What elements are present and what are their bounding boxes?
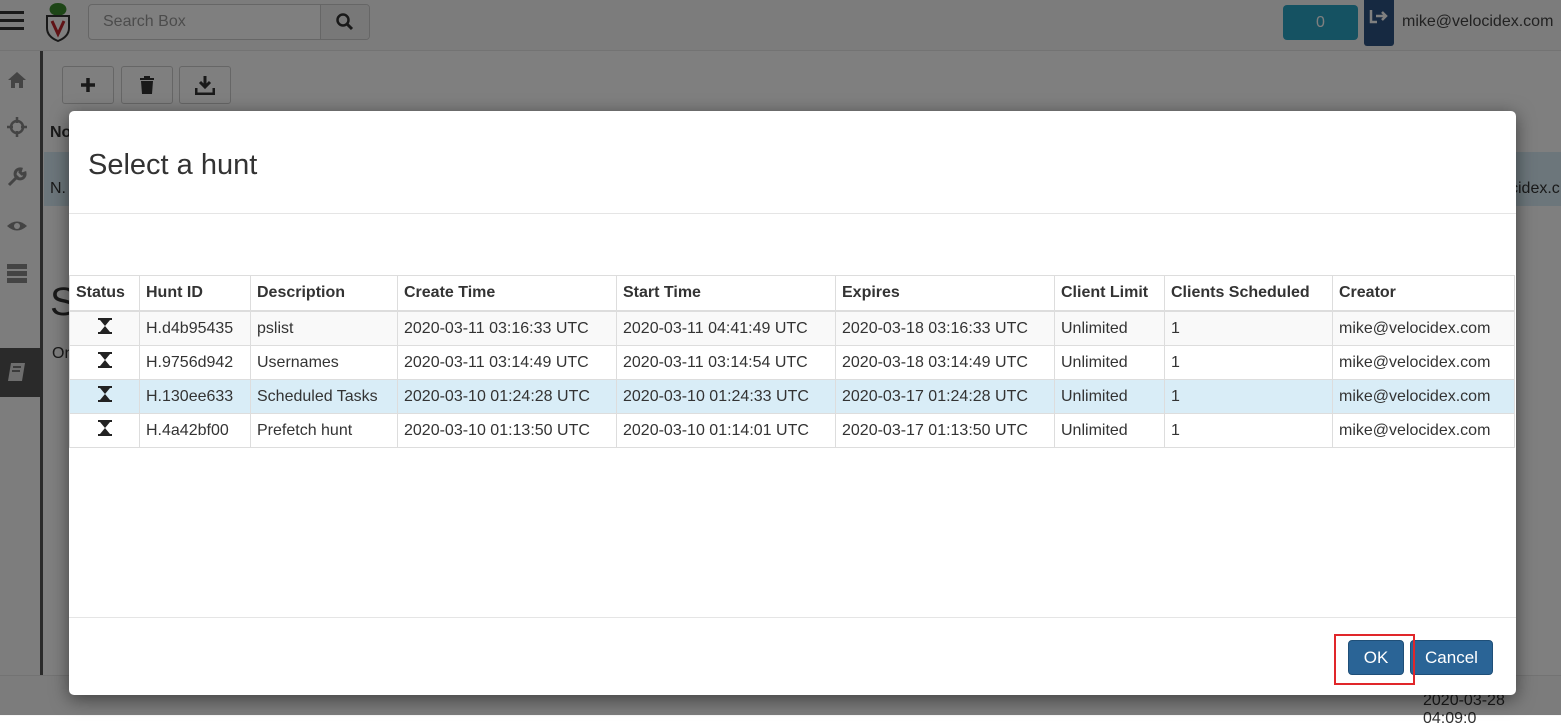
- clients-scheduled-cell: 1: [1164, 345, 1333, 380]
- column-header-status[interactable]: Status: [69, 275, 140, 312]
- column-header-creator[interactable]: Creator: [1332, 275, 1515, 312]
- start-time-cell: 2020-03-11 04:41:49 UTC: [616, 310, 836, 346]
- description-cell: Prefetch hunt: [250, 413, 398, 448]
- create-time-cell: 2020-03-10 01:13:50 UTC: [397, 413, 617, 448]
- create-time-cell: 2020-03-11 03:14:49 UTC: [397, 345, 617, 380]
- description-cell: Scheduled Tasks: [250, 379, 398, 414]
- create-time-cell: 2020-03-11 03:16:33 UTC: [397, 310, 617, 346]
- hunt-id-cell: H.9756d942: [139, 345, 251, 380]
- table-header-row: Status Hunt ID Description Create Time S…: [69, 275, 1515, 312]
- hunt-id-cell: H.d4b95435: [139, 310, 251, 346]
- clients-scheduled-cell: 1: [1164, 413, 1333, 448]
- description-cell: Usernames: [250, 345, 398, 380]
- modal-footer: OK Cancel: [69, 618, 1516, 695]
- modal-body: Status Hunt ID Description Create Time S…: [69, 213, 1516, 618]
- expires-cell: 2020-03-17 01:13:50 UTC: [835, 413, 1055, 448]
- ok-button-highlight: [1334, 634, 1415, 685]
- hunt-id-cell: H.130ee633: [139, 379, 251, 414]
- clients-scheduled-cell: 1: [1164, 310, 1333, 346]
- hunt-table: Status Hunt ID Description Create Time S…: [69, 275, 1515, 448]
- column-header-start-time[interactable]: Start Time: [616, 275, 836, 312]
- status-cell: [69, 345, 140, 380]
- table-row-selected[interactable]: H.130ee633 Scheduled Tasks 2020-03-10 01…: [69, 379, 1515, 414]
- column-header-description[interactable]: Description: [250, 275, 398, 312]
- modal-title: Select a hunt: [88, 149, 258, 181]
- clients-scheduled-cell: 1: [1164, 379, 1333, 414]
- start-time-cell: 2020-03-11 03:14:54 UTC: [616, 345, 836, 380]
- modal-header: Select a hunt: [69, 111, 1516, 214]
- creator-cell: mike@velocidex.com: [1332, 345, 1515, 380]
- table-row[interactable]: H.9756d942 Usernames 2020-03-11 03:14:49…: [69, 345, 1515, 380]
- hourglass-icon: [97, 386, 112, 402]
- creator-cell: mike@velocidex.com: [1332, 379, 1515, 414]
- column-header-client-limit[interactable]: Client Limit: [1054, 275, 1165, 312]
- expires-cell: 2020-03-18 03:14:49 UTC: [835, 345, 1055, 380]
- client-limit-cell: Unlimited: [1054, 310, 1165, 346]
- table-row[interactable]: H.d4b95435 pslist 2020-03-11 03:16:33 UT…: [69, 310, 1515, 346]
- hourglass-icon: [97, 318, 112, 334]
- status-cell: [69, 413, 140, 448]
- column-header-expires[interactable]: Expires: [835, 275, 1055, 312]
- column-header-clients-scheduled[interactable]: Clients Scheduled: [1164, 275, 1333, 312]
- column-header-create-time[interactable]: Create Time: [397, 275, 617, 312]
- hourglass-icon: [97, 420, 112, 436]
- creator-cell: mike@velocidex.com: [1332, 310, 1515, 346]
- expires-cell: 2020-03-17 01:24:28 UTC: [835, 379, 1055, 414]
- column-header-hunt-id[interactable]: Hunt ID: [139, 275, 251, 312]
- client-limit-cell: Unlimited: [1054, 413, 1165, 448]
- status-cell: [69, 310, 140, 346]
- create-time-cell: 2020-03-10 01:24:28 UTC: [397, 379, 617, 414]
- table-row[interactable]: H.4a42bf00 Prefetch hunt 2020-03-10 01:1…: [69, 413, 1515, 448]
- expires-cell: 2020-03-18 03:16:33 UTC: [835, 310, 1055, 346]
- client-limit-cell: Unlimited: [1054, 345, 1165, 380]
- client-limit-cell: Unlimited: [1054, 379, 1165, 414]
- start-time-cell: 2020-03-10 01:14:01 UTC: [616, 413, 836, 448]
- status-cell: [69, 379, 140, 414]
- hourglass-icon: [97, 352, 112, 368]
- hunt-id-cell: H.4a42bf00: [139, 413, 251, 448]
- start-time-cell: 2020-03-10 01:24:33 UTC: [616, 379, 836, 414]
- select-hunt-dialog: Select a hunt Status Hunt ID Description…: [69, 111, 1516, 695]
- cancel-button[interactable]: Cancel: [1410, 640, 1493, 675]
- creator-cell: mike@velocidex.com: [1332, 413, 1515, 448]
- description-cell: pslist: [250, 310, 398, 346]
